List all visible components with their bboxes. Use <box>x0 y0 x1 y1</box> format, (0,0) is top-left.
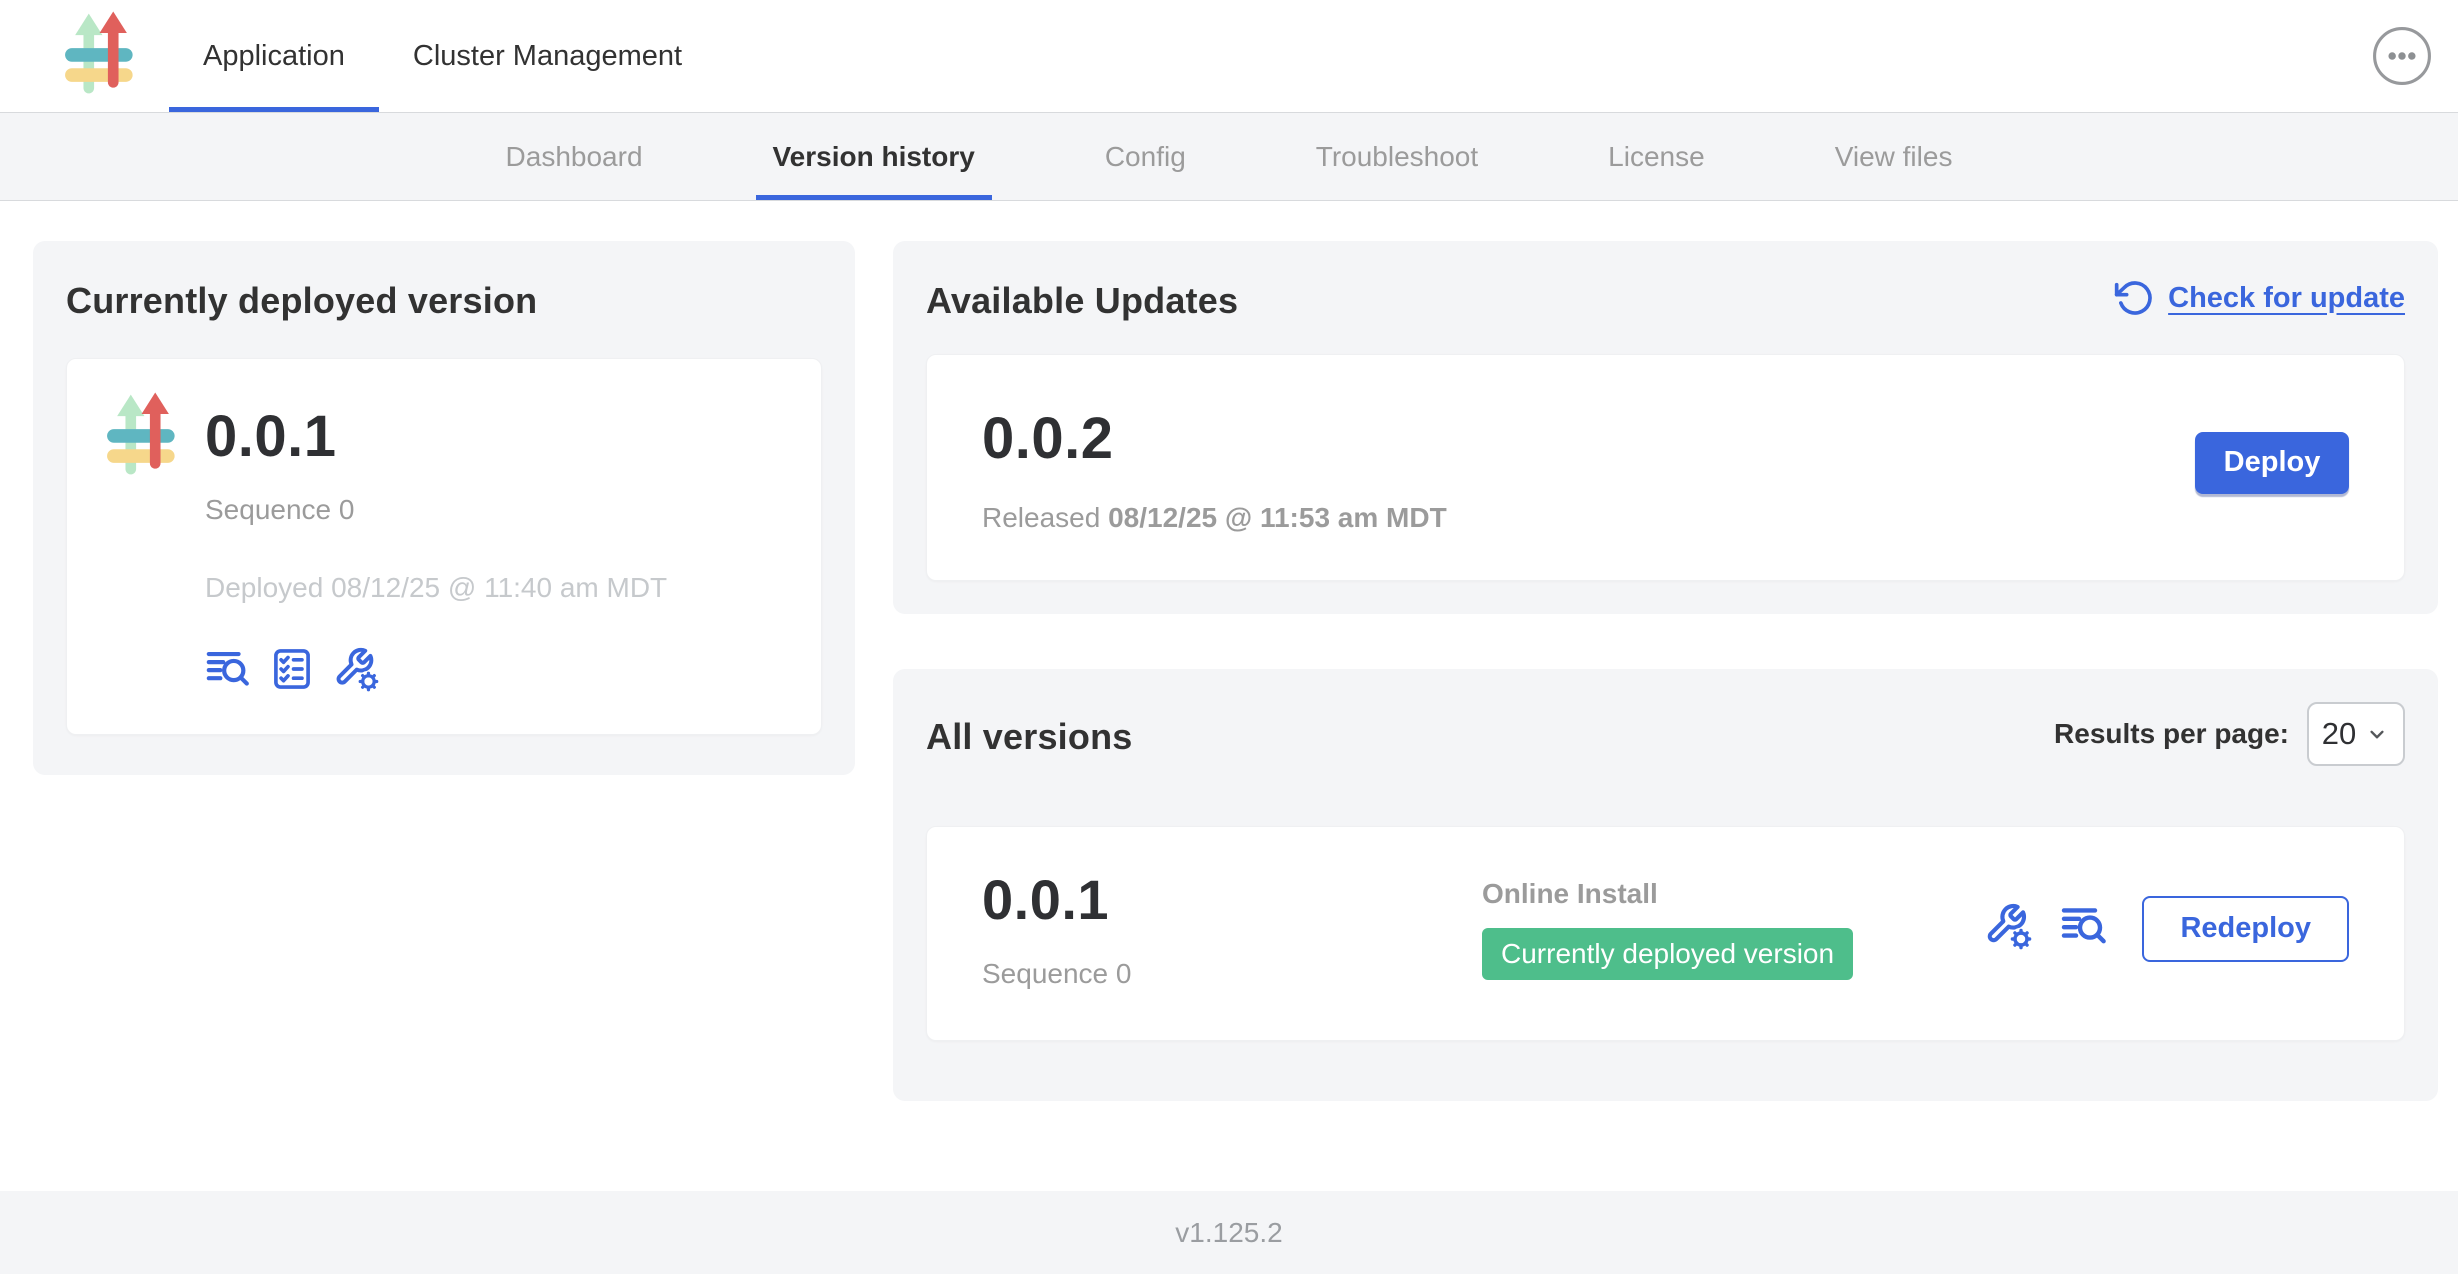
available-update-card: 0.0.2 Released 08/12/25 @ 11:53 am MDT D… <box>926 354 2405 581</box>
tab-cluster-management[interactable]: Cluster Management <box>379 0 716 112</box>
tab-view-files[interactable]: View files <box>1770 113 2018 200</box>
top-nav: Application Cluster Management <box>0 0 2458 113</box>
deployed-version-number: 0.0.1 <box>205 403 667 470</box>
update-version-number: 0.0.2 <box>982 405 1447 472</box>
check-for-update-link[interactable]: Check for update <box>2114 278 2405 318</box>
refresh-icon <box>2114 278 2154 318</box>
row-version-info: 0.0.1 Sequence 0 <box>982 867 1482 990</box>
currently-deployed-badge: Currently deployed version <box>1482 928 1853 980</box>
results-per-page-label: Results per page: <box>2054 718 2289 750</box>
app-logo-icon <box>97 389 189 692</box>
console-version: v1.125.2 <box>1175 1217 1282 1249</box>
tab-dashboard[interactable]: Dashboard <box>441 113 708 200</box>
tab-config-label: Config <box>1105 141 1186 173</box>
redeploy-button[interactable]: Redeploy <box>2142 896 2349 962</box>
results-per-page-select[interactable]: 20 <box>2307 702 2405 766</box>
deploy-button[interactable]: Deploy <box>2195 432 2349 494</box>
app-subnav: Dashboard Version history Config Trouble… <box>0 113 2458 201</box>
tab-view-files-label: View files <box>1835 141 1953 173</box>
all-versions-panel: All versions Results per page: 20 0.0.1 … <box>893 669 2438 1101</box>
deployed-timestamp: Deployed 08/12/25 @ 11:40 am MDT <box>205 572 667 604</box>
all-versions-title: All versions <box>926 716 1132 758</box>
view-logs-icon[interactable] <box>205 646 251 692</box>
install-type-label: Online Install <box>1482 878 1984 910</box>
check-for-update-label: Check for update <box>2168 282 2405 315</box>
available-updates-title: Available Updates <box>926 280 1238 322</box>
right-column: Available Updates Check for update 0.0.2… <box>893 241 2438 1101</box>
primary-tabs: Application Cluster Management <box>169 0 716 112</box>
app-logo-icon <box>55 10 147 102</box>
update-info: 0.0.2 Released 08/12/25 @ 11:53 am MDT <box>982 391 1447 534</box>
released-time: 08/12/25 @ 11:53 am MDT <box>1108 502 1447 533</box>
deployed-time: 08/12/25 @ 11:40 am MDT <box>331 572 667 603</box>
current-version-panel: Currently deployed version 0.0.1 Sequenc… <box>33 241 855 775</box>
edit-config-icon[interactable] <box>333 646 379 692</box>
deployed-prefix: Deployed <box>205 572 323 603</box>
tab-version-history[interactable]: Version history <box>708 113 1040 200</box>
version-history-page: Currently deployed version 0.0.1 Sequenc… <box>0 201 2458 1191</box>
row-actions: Redeploy <box>1984 896 2349 962</box>
current-version-details: 0.0.1 Sequence 0 Deployed 08/12/25 @ 11:… <box>205 389 667 692</box>
row-status: Online Install Currently deployed versio… <box>1482 878 1984 980</box>
current-version-title: Currently deployed version <box>66 280 822 322</box>
tab-dashboard-label: Dashboard <box>506 141 643 173</box>
tab-license-label: License <box>1608 141 1705 173</box>
version-row: 0.0.1 Sequence 0 Online Install Currentl… <box>926 826 2405 1041</box>
tab-troubleshoot[interactable]: Troubleshoot <box>1251 113 1543 200</box>
preflight-checks-icon[interactable] <box>269 646 315 692</box>
tab-config[interactable]: Config <box>1040 113 1251 200</box>
edit-config-icon[interactable] <box>1984 902 2032 955</box>
results-per-page: Results per page: 20 <box>2054 702 2405 766</box>
deployed-sequence: Sequence 0 <box>205 494 667 526</box>
tab-version-history-label: Version history <box>773 141 975 173</box>
ellipsis-menu-icon[interactable] <box>2372 26 2432 86</box>
view-logs-icon[interactable] <box>2060 902 2108 955</box>
results-per-page-value: 20 <box>2322 716 2356 752</box>
released-timestamp: Released 08/12/25 @ 11:53 am MDT <box>982 502 1447 534</box>
row-sequence: Sequence 0 <box>982 958 1482 990</box>
available-updates-panel: Available Updates Check for update 0.0.2… <box>893 241 2438 614</box>
released-prefix: Released <box>982 502 1100 533</box>
current-version-actions <box>205 646 667 692</box>
row-version-number: 0.0.1 <box>982 867 1482 932</box>
current-version-card: 0.0.1 Sequence 0 Deployed 08/12/25 @ 11:… <box>66 358 822 735</box>
tab-license[interactable]: License <box>1543 113 1770 200</box>
tab-application[interactable]: Application <box>169 0 379 112</box>
tab-application-label: Application <box>203 40 345 73</box>
chevron-down-icon <box>2364 721 2390 747</box>
tab-cluster-management-label: Cluster Management <box>413 40 682 73</box>
tab-troubleshoot-label: Troubleshoot <box>1316 141 1478 173</box>
page-footer: v1.125.2 <box>0 1191 2458 1274</box>
